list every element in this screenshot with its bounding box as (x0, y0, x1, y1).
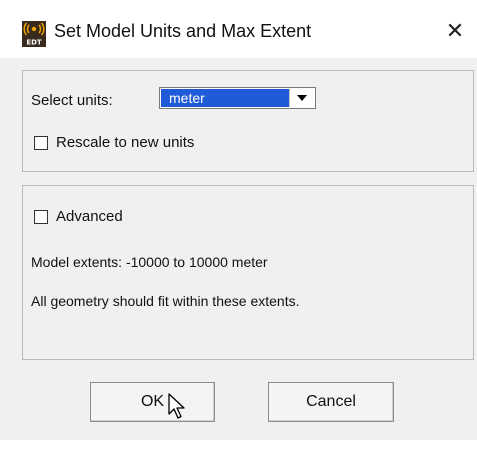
dialog-title: Set Model Units and Max Extent (54, 21, 312, 41)
units-group (22, 70, 474, 172)
edt-icon-text: EDT (26, 39, 42, 47)
rescale-checkbox[interactable] (34, 136, 48, 150)
advanced-label[interactable]: Advanced (56, 208, 123, 225)
advanced-checkbox[interactable] (34, 210, 48, 224)
cancel-button[interactable]: Cancel (268, 382, 394, 422)
units-select-value: meter (161, 89, 289, 107)
mouse-pointer-icon (168, 393, 185, 419)
cancel-button-label: Cancel (306, 393, 356, 410)
close-icon: ✕ (445, 18, 465, 43)
window-bottom-edge (0, 440, 477, 450)
chevron-down-icon[interactable] (289, 89, 314, 107)
edt-app-icon: EDT (22, 21, 46, 47)
geometry-note-text: All geometry should fit within these ext… (31, 293, 300, 309)
rescale-label[interactable]: Rescale to new units (56, 134, 194, 151)
set-model-units-dialog: EDT Set Model Units and Max Extent ✕ Sel… (0, 0, 477, 450)
select-units-label: Select units: (31, 92, 113, 109)
close-button[interactable]: ✕ (440, 16, 470, 46)
ok-button-label: OK (140, 393, 165, 410)
units-select[interactable]: meter (159, 87, 316, 109)
title-bar: EDT Set Model Units and Max Extent ✕ (0, 0, 477, 58)
model-extents-text: Model extents: -10000 to 10000 meter (31, 254, 268, 270)
ok-button[interactable]: OK (90, 382, 215, 422)
